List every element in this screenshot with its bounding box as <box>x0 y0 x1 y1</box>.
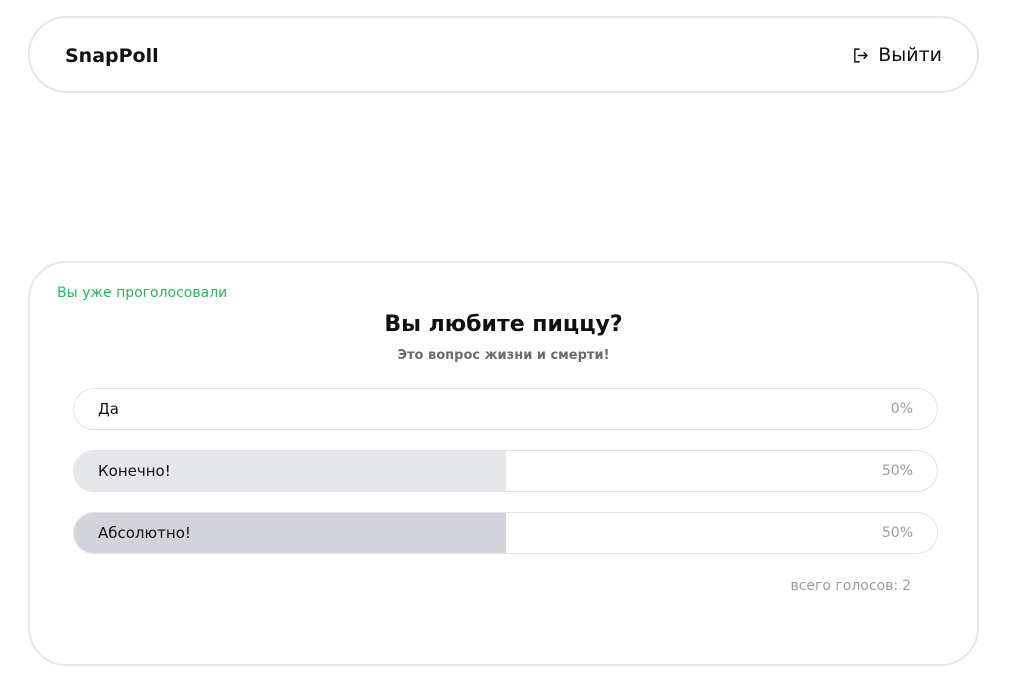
poll-options: Да 0% Конечно! 50% Абсолютно! 50% <box>73 388 938 574</box>
poll-card: Вы уже проголосовали Вы любите пиццу? Эт… <box>28 261 979 666</box>
option-label: Абсолютно! <box>98 524 191 542</box>
top-nav-bar: SnapPoll Выйти <box>28 16 979 93</box>
poll-option-1[interactable]: Конечно! 50% <box>73 450 938 492</box>
total-votes: всего голосов: 2 <box>790 578 911 594</box>
option-label: Конечно! <box>98 462 171 480</box>
already-voted-status: Вы уже проголосовали <box>57 285 228 301</box>
logout-icon <box>852 47 869 64</box>
logout-button[interactable]: Выйти <box>852 44 942 66</box>
option-percent: 50% <box>881 525 913 541</box>
option-percent: 50% <box>881 463 913 479</box>
total-votes-label: всего голосов: <box>790 578 899 594</box>
poll-option-2[interactable]: Абсолютно! 50% <box>73 512 938 554</box>
brand-logo[interactable]: SnapPoll <box>65 45 159 67</box>
option-percent: 0% <box>890 401 913 417</box>
poll-subtitle: Это вопрос жизни и смерти! <box>397 348 610 363</box>
total-votes-count: 2 <box>902 578 911 594</box>
option-label: Да <box>98 400 119 418</box>
poll-title: Вы любите пиццу? <box>384 312 623 337</box>
poll-option-0[interactable]: Да 0% <box>73 388 938 430</box>
logout-label: Выйти <box>878 44 942 66</box>
